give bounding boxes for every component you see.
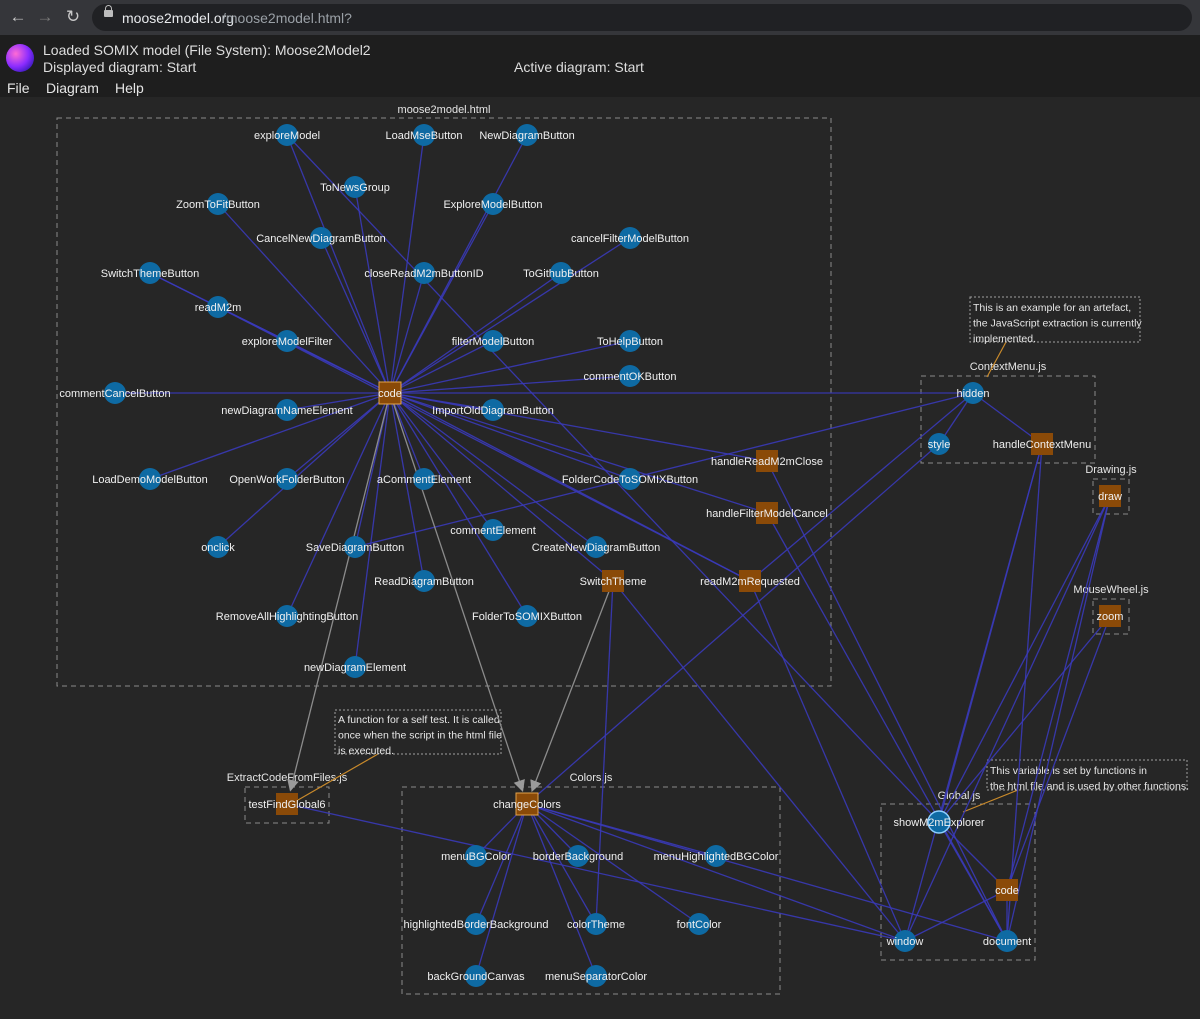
note-text-note_selftest: is executed. <box>338 745 394 757</box>
node-label-readM2mRequested: readM2mRequested <box>700 576 800 588</box>
node-label-showM2mExplorer: showM2mExplorer <box>893 817 984 829</box>
group-label-g_draw: Drawing.js <box>1085 464 1137 476</box>
edge-code_html-exploreModelFilter <box>286 340 391 394</box>
node-label-exploreModel: exploreModel <box>254 130 320 142</box>
edge-code_html-newDiagramElement <box>354 392 391 668</box>
note-text-note_global: the html file and is used by other funct… <box>990 780 1189 792</box>
node-label-FolderCodeToSOMIXButton: FolderCodeToSOMIXButton <box>562 474 698 486</box>
node-label-SwitchTheme: SwitchTheme <box>580 576 647 588</box>
note-text-note_selftest: once when the script in the html file <box>338 729 502 741</box>
node-label-document: document <box>983 936 1031 948</box>
node-label-menuSeparatorColor: menuSeparatorColor <box>545 971 647 983</box>
diagram-canvas[interactable]: moose2model.html ContextMenu.js Drawing.js… <box>8 98 1200 1019</box>
node-label-LoadDemoModelButton: LoadDemoModelButton <box>92 474 208 486</box>
back-arrow-icon[interactable]: ← <box>7 6 29 28</box>
node-label-aCommentElement: aCommentElement <box>377 474 471 486</box>
node-label-commentCancelButton: commentCancelButton <box>59 388 170 400</box>
edge-code_html-filterModelButton <box>389 340 494 394</box>
displayed-diagram-text: Displayed diagram: Start <box>43 59 197 75</box>
edge-code_html-CancelNewDiagramButton <box>320 237 391 394</box>
node-label-commentOKButton: commentOKButton <box>584 371 677 383</box>
lock-icon <box>104 5 113 17</box>
node-label-menuHighlightedBGColor: menuHighlightedBGColor <box>654 851 779 863</box>
reload-icon[interactable]: ↻ <box>62 6 84 28</box>
node-label-newDiagramElement: newDiagramElement <box>304 662 406 674</box>
node-label-ImportOldDiagramButton: ImportOldDiagramButton <box>432 405 554 417</box>
node-label-SwitchThemeButton: SwitchThemeButton <box>101 268 199 280</box>
url-host: moose2model.org <box>122 10 235 26</box>
edge-changeColors-highlightedBorderBackground <box>475 803 528 925</box>
node-label-testFindGlobal6: testFindGlobal6 <box>248 799 325 811</box>
forward-arrow-icon[interactable]: → <box>34 6 56 28</box>
node-label-ReadDiagramButton: ReadDiagramButton <box>374 576 474 588</box>
node-label-cancelFilterModelButton: cancelFilterModelButton <box>571 233 689 245</box>
note-text-note_selftest: A function for a self test. It is called <box>338 714 500 726</box>
node-label-borderBackground: borderBackground <box>533 851 624 863</box>
group-label-g_html: moose2model.html <box>398 104 491 116</box>
node-label-CreateNewDiagramButton: CreateNewDiagramButton <box>532 542 660 554</box>
note-text-note_ctx: This is an example for an artefact, <box>973 302 1131 314</box>
node-label-colorTheme: colorTheme <box>567 919 625 931</box>
node-label-onclick: onclick <box>201 542 235 554</box>
node-label-handleFilterModelCancel: handleFilterModelCancel <box>706 508 828 520</box>
menu-help[interactable]: Help <box>115 80 144 96</box>
node-label-RemoveAllHighlightingButton: RemoveAllHighlightingButton <box>216 611 358 623</box>
app-logo <box>6 44 34 72</box>
edge-changeColors-fontColor <box>526 803 700 925</box>
edge-code_html-exploreModel <box>286 134 391 394</box>
node-label-code_html: code <box>378 388 402 400</box>
node-label-closeReadM2mButtonID: closeReadM2mButtonID <box>364 268 483 280</box>
node-label-highlightedBorderBackground: highlightedBorderBackground <box>404 919 549 931</box>
active-diagram-text: Active diagram: Start <box>514 59 644 75</box>
node-label-CancelNewDiagramButton: CancelNewDiagramButton <box>256 233 386 245</box>
node-label-draw: draw <box>1098 491 1122 503</box>
node-label-filterModelButton: filterModelButton <box>452 336 535 348</box>
node-label-ExploreModelButton: ExploreModelButton <box>443 199 542 211</box>
node-label-backGroundCanvas: backGroundCanvas <box>427 971 525 983</box>
edge-code_html-ToNewsGroup <box>354 186 391 394</box>
node-label-newDiagramNameElement: newDiagramNameElement <box>221 405 352 417</box>
edge-draw-window <box>904 495 1111 942</box>
node-label-ToNewsGroup: ToNewsGroup <box>320 182 390 194</box>
node-label-handleContextMenu: handleContextMenu <box>993 439 1091 451</box>
node-label-readM2m: readM2m <box>195 302 241 314</box>
group-label-g_ctx: ContextMenu.js <box>970 361 1047 373</box>
url-path: /moose2model.html? <box>222 10 352 26</box>
node-label-OpenWorkFolderButton: OpenWorkFolderButton <box>229 474 344 486</box>
group-label-g_colors: Colors.js <box>570 772 613 784</box>
node-label-fontColor: fontColor <box>677 919 722 931</box>
menu-file[interactable]: File <box>7 80 30 96</box>
note-text-note_ctx: the JavaScript extraction is currently <box>973 317 1142 329</box>
node-label-changeColors: changeColors <box>493 799 561 811</box>
node-label-hidden: hidden <box>956 388 989 400</box>
menu-diagram[interactable]: Diagram <box>46 80 99 96</box>
node-label-style: style <box>928 439 951 451</box>
note-text-note_global: This variable is set by functions in <box>990 765 1147 777</box>
node-label-code_global: code <box>995 885 1019 897</box>
node-label-ZoomToFitButton: ZoomToFitButton <box>176 199 260 211</box>
note-text-note_ctx: implemented. <box>973 333 1036 345</box>
node-label-window: window <box>886 936 924 948</box>
edge-changeColors-menuSeparatorColor <box>526 803 597 977</box>
node-label-handleReadM2mClose: handleReadM2mClose <box>711 456 823 468</box>
browser-toolbar: ← → ↻ moose2model.org /moose2model.html? <box>0 0 1200 35</box>
node-label-commentElement: commentElement <box>450 525 536 537</box>
loaded-model-text: Loaded SOMIX model (File System): Moose2… <box>43 42 371 58</box>
edge-code_html-handleReadM2mClose <box>389 392 768 462</box>
node-label-NewDiagramButton: NewDiagramButton <box>479 130 574 142</box>
node-label-ToHelpButton: ToHelpButton <box>597 336 663 348</box>
node-label-exploreModelFilter: exploreModelFilter <box>242 336 333 348</box>
edge-SwitchTheme-window <box>612 580 906 942</box>
node-label-zoom: zoom <box>1097 611 1124 623</box>
node-label-LoadMseButton: LoadMseButton <box>385 130 462 142</box>
node-label-menuBGColor: menuBGColor <box>441 851 511 863</box>
edge-zoom-code_global <box>1006 615 1111 891</box>
edge-changeColors-colorTheme <box>526 803 597 925</box>
node-label-FolderToSOMIXButton: FolderToSOMIXButton <box>472 611 582 623</box>
edge-draw-code_global <box>1006 495 1111 891</box>
node-label-ToGithubButton: ToGithubButton <box>523 268 599 280</box>
diagram-svg[interactable]: moose2model.html ContextMenu.js Drawing.js… <box>8 98 1200 1019</box>
node-label-SaveDiagramButton: SaveDiagramButton <box>306 542 404 554</box>
